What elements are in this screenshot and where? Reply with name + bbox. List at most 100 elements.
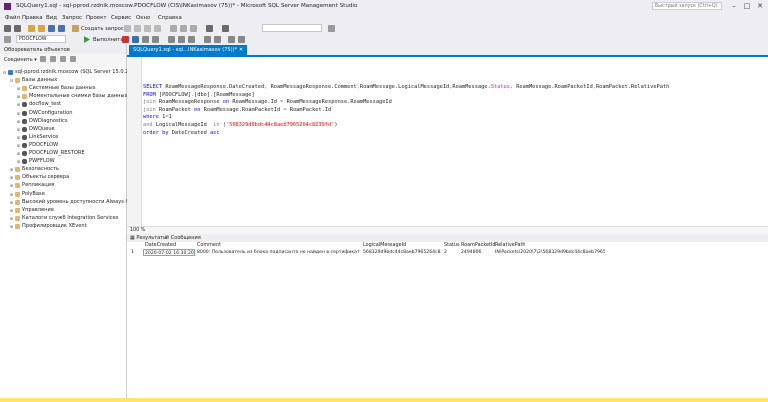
- tree-node[interactable]: ⊞ Профилировщик XEvent: [9, 223, 87, 230]
- column-header[interactable]: LogicalMessageId: [363, 242, 406, 249]
- tree-node[interactable]: ⊞ PDOCFLOW_RESTORE: [16, 150, 85, 157]
- forward-icon[interactable]: [14, 25, 21, 32]
- column-header[interactable]: Status: [444, 242, 460, 249]
- new-file-icon[interactable]: [28, 25, 35, 32]
- collapse-icon[interactable]: ⊟: [9, 77, 14, 84]
- table-cell[interactable]: 568329d9bdc44c8aeb7965264c8239fd: [363, 249, 441, 256]
- expand-icon[interactable]: ⊞: [16, 142, 21, 149]
- display-plan-icon[interactable]: [142, 36, 149, 43]
- expand-icon[interactable]: ⊞: [9, 207, 14, 214]
- menu-tools[interactable]: Сервис: [111, 15, 131, 21]
- tab-results[interactable]: ▦ Результаты: [130, 235, 167, 241]
- table-cell[interactable]: 8000: Пользователь из блока подписанта н…: [197, 249, 360, 256]
- paste-icon[interactable]: [190, 25, 197, 32]
- execute-button[interactable]: Выполнить: [93, 37, 123, 43]
- expand-icon[interactable]: ⊞: [16, 126, 21, 133]
- expand-icon[interactable]: ⊞: [9, 199, 14, 206]
- results-grid-icon[interactable]: [168, 36, 175, 43]
- uncomment-icon[interactable]: [214, 36, 221, 43]
- new-query-icon[interactable]: [72, 25, 79, 32]
- indent-icon[interactable]: [228, 36, 235, 43]
- undo-icon[interactable]: [206, 25, 213, 32]
- column-header[interactable]: DateCreated: [145, 242, 176, 249]
- redo-icon[interactable]: [222, 25, 229, 32]
- save-icon[interactable]: [48, 25, 55, 32]
- new-query-button[interactable]: Создать запрос: [81, 26, 124, 32]
- open-folder-icon[interactable]: [38, 25, 45, 32]
- database-select[interactable]: PDOCFLOW: [16, 35, 66, 43]
- xmla-icon[interactable]: [154, 25, 161, 32]
- tree-node[interactable]: ⊞ Безопасность: [9, 166, 59, 173]
- table-cell[interactable]: 2: [444, 249, 458, 256]
- menu-query[interactable]: Запрос: [62, 15, 82, 21]
- expand-icon[interactable]: ⊞: [16, 85, 21, 92]
- tree-node[interactable]: ⊞ DWQueue: [16, 126, 55, 133]
- column-header[interactable]: RoamPacketId: [461, 242, 495, 249]
- menu-file[interactable]: Файл: [5, 15, 20, 21]
- collapse-icon[interactable]: ⊟: [2, 69, 7, 76]
- table-cell[interactable]: 2020-07-02 16:30:20.003: [143, 249, 195, 256]
- row-number[interactable]: 1: [131, 249, 134, 256]
- tree-node[interactable]: ⊞ PWFFLOW: [16, 158, 55, 165]
- table-cell[interactable]: IN\Packets\2020\7\2\568329d9bdc44c8aeb79…: [495, 249, 605, 256]
- db-engine-query-icon[interactable]: [124, 25, 131, 32]
- sql-code[interactable]: SELECT RoamMessageResponse.DateCreated, …: [143, 84, 669, 137]
- copy-icon[interactable]: [180, 25, 187, 32]
- results-text-icon[interactable]: [178, 36, 185, 43]
- expand-icon[interactable]: ⊞: [16, 150, 21, 157]
- refresh-icon[interactable]: [70, 56, 76, 62]
- stop-icon[interactable]: [50, 56, 56, 62]
- expand-icon[interactable]: ⊞: [9, 174, 14, 181]
- menu-help[interactable]: Справка: [158, 15, 182, 21]
- outdent-icon[interactable]: [238, 36, 245, 43]
- save-all-icon[interactable]: [58, 25, 65, 32]
- tree-node[interactable]: ⊟ Базы данных: [9, 77, 57, 84]
- disconnect-icon[interactable]: [40, 56, 46, 62]
- connect-icon[interactable]: [4, 36, 11, 43]
- query-designer-icon[interactable]: [152, 36, 159, 43]
- expand-icon[interactable]: ⊞: [9, 182, 14, 189]
- tree-node[interactable]: ⊞ Объекты сервера: [9, 174, 69, 181]
- tree-node[interactable]: ⊞ Репликация: [9, 182, 54, 189]
- menu-view[interactable]: Вид: [46, 15, 57, 21]
- expand-icon[interactable]: ⊞: [16, 101, 21, 108]
- close-tab-icon[interactable]: ✕: [239, 47, 243, 53]
- tree-node[interactable]: ⊞ LinkService: [16, 134, 58, 141]
- menu-edit[interactable]: Правка: [22, 15, 43, 21]
- close-button[interactable]: ✕: [754, 1, 766, 11]
- results-file-icon[interactable]: [188, 36, 195, 43]
- quick-launch-input[interactable]: Быстрый запуск (Ctrl+Q): [652, 2, 722, 10]
- cut-icon[interactable]: [170, 25, 177, 32]
- expand-icon[interactable]: ⊞: [16, 118, 21, 125]
- menu-project[interactable]: Проект: [86, 15, 107, 21]
- back-icon[interactable]: [4, 25, 11, 32]
- expand-icon[interactable]: ⊞: [16, 93, 21, 100]
- tree-node[interactable]: ⊞ Моментальные снимки базы данных: [16, 93, 128, 100]
- table-cell[interactable]: 2494806: [461, 249, 493, 256]
- filter-icon[interactable]: [60, 56, 66, 62]
- mdx-icon[interactable]: [134, 25, 141, 32]
- tree-node[interactable]: ⊞ PDOCFLOW: [16, 142, 58, 149]
- sql-editor[interactable]: SELECT RoamMessageResponse.DateCreated, …: [127, 57, 768, 227]
- editor-tab[interactable]: SQLQuery1.sql - sql...INKasimasov (75))*…: [129, 45, 248, 55]
- tree-node[interactable]: ⊞ DWConfiguration: [16, 110, 73, 117]
- expand-icon[interactable]: ⊞: [16, 158, 21, 165]
- connect-button[interactable]: Соединить ▾: [4, 57, 37, 63]
- tree-node[interactable]: ⊞ DWDiagnostics: [16, 118, 68, 125]
- expand-icon[interactable]: ⊞: [9, 215, 14, 222]
- parse-check-icon[interactable]: [132, 36, 139, 43]
- expand-icon[interactable]: ⊞: [16, 110, 21, 117]
- minimize-button[interactable]: –: [728, 1, 740, 11]
- expand-icon[interactable]: ⊞: [16, 134, 21, 141]
- tab-messages[interactable]: ✉ Сообщения: [165, 235, 201, 241]
- tree-node[interactable]: ⊞ Высокий уровень доступности Always On: [9, 199, 133, 206]
- expand-icon[interactable]: ⊞: [9, 191, 14, 198]
- tree-node[interactable]: ⊞ docflow_test: [16, 101, 61, 108]
- expand-icon[interactable]: ⊞: [9, 223, 14, 230]
- zoom-level[interactable]: 100 %: [130, 228, 145, 233]
- execute-icon[interactable]: [84, 36, 90, 43]
- expand-icon[interactable]: ⊞: [9, 166, 14, 173]
- stop-icon[interactable]: [122, 36, 129, 43]
- menu-window[interactable]: Окно: [136, 15, 150, 21]
- maximize-button[interactable]: □: [741, 1, 753, 11]
